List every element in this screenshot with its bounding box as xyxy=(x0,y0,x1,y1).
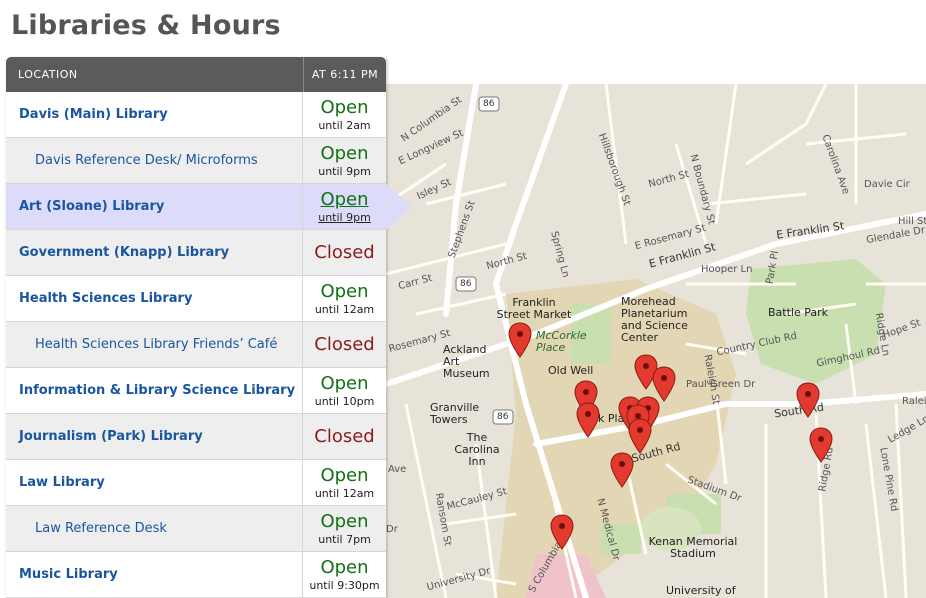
library-row[interactable]: Law Reference Desk Open until 7pm xyxy=(6,506,386,552)
map-marker[interactable] xyxy=(628,418,652,454)
hours-status-cell: Open until 9:30pm xyxy=(303,552,386,597)
hours-status-cell: Closed xyxy=(303,322,386,367)
library-row[interactable]: Journalism (Park) Library Closed xyxy=(6,414,386,460)
map-label-mccorkle: McCorkle Place xyxy=(536,329,587,354)
library-row[interactable]: Government (Knapp) Library Closed xyxy=(6,230,386,276)
closing-time: until 9pm xyxy=(318,164,371,178)
library-name-link[interactable]: Davis Reference Desk/ Microforms xyxy=(6,138,303,183)
hours-status-cell: Open until 12am xyxy=(303,276,386,321)
status-text: Open xyxy=(320,464,369,486)
library-row[interactable]: Law Library Open until 12am xyxy=(6,460,386,506)
status-text: Open xyxy=(320,510,369,532)
status-text: Closed xyxy=(314,425,375,447)
table-header: LOCATION AT 6:11 PM xyxy=(6,57,386,92)
hours-status-cell: Open until 10pm xyxy=(303,368,386,413)
closing-time: until 9pm xyxy=(318,210,371,224)
map-marker[interactable] xyxy=(796,382,820,418)
library-name-link[interactable]: Music Library xyxy=(6,552,303,597)
map-label-battle-park: Battle Park xyxy=(768,306,829,319)
map-label-raleigh-rd: Raleigh Rd xyxy=(902,396,926,407)
library-name-link[interactable]: Art (Sloane) Library xyxy=(6,184,303,229)
hours-status-cell: Open until 7pm xyxy=(303,506,386,551)
route-86-label-2: 86 xyxy=(460,279,472,289)
hours-status-cell: Closed xyxy=(303,414,386,459)
hours-status-cell: Closed xyxy=(303,230,386,275)
map-marker[interactable] xyxy=(809,427,833,463)
map-label-morehead: Morehead Planetarium and Science Center xyxy=(621,295,688,344)
library-row[interactable]: Art (Sloane) Library Open until 9pm xyxy=(6,184,412,230)
page-title: Libraries & Hours xyxy=(11,10,281,41)
hours-status-cell: Open until 12am xyxy=(303,460,386,505)
hours-status-cell: Open until 9pm xyxy=(303,138,386,183)
library-name-link[interactable]: Davis (Main) Library xyxy=(6,92,303,137)
map-label-hooper: Hooper Ln xyxy=(701,264,753,275)
library-name-link[interactable]: Health Sciences Library xyxy=(6,276,303,321)
selection-pointer xyxy=(386,184,412,230)
library-name-link[interactable]: Information & Library Science Library xyxy=(6,368,303,413)
status-text: Open xyxy=(320,142,369,164)
library-name-link[interactable]: Health Sciences Library Friends’ Café xyxy=(6,322,303,367)
closing-time: until 10pm xyxy=(314,394,375,408)
map-label-carolina-inn: The Carolina Inn xyxy=(454,431,500,468)
library-name-link[interactable]: Law Library xyxy=(6,460,303,505)
status-text: Open xyxy=(320,96,369,118)
map-marker[interactable] xyxy=(610,452,634,488)
status-text: Open xyxy=(320,372,369,394)
map-label-old-well: Old Well xyxy=(548,364,594,377)
library-row[interactable]: Davis (Main) Library Open until 2am xyxy=(6,92,386,138)
map-label-hill-st: Hill St xyxy=(898,216,926,227)
map-label-paul-green: Paul Green Dr xyxy=(686,379,756,390)
closing-time: until 2am xyxy=(318,118,371,132)
map-label-kenan: Kenan Memorial Stadium xyxy=(648,535,738,560)
hours-table: LOCATION AT 6:11 PM Davis (Main) Library… xyxy=(6,57,412,598)
library-row[interactable]: Information & Library Science Library Ope… xyxy=(6,368,386,414)
closing-time: until 7pm xyxy=(318,532,371,546)
status-text: Open xyxy=(320,188,369,210)
route-86-label-3: 86 xyxy=(497,412,509,422)
status-text: Open xyxy=(320,556,369,578)
map-label-ackland: Ackland Art Museum xyxy=(443,343,490,380)
map-marker[interactable] xyxy=(576,402,600,438)
map-label-univ-of: University of xyxy=(666,584,736,597)
library-name-link[interactable]: Government (Knapp) Library xyxy=(6,230,303,275)
map-label-franklin-market: Franklin Street Market xyxy=(496,296,572,321)
status-text: Closed xyxy=(314,241,375,263)
campus-map[interactable]: 86 86 86 N Columbia St E Longview St Isl… xyxy=(386,84,926,598)
location-column-header: LOCATION xyxy=(18,68,78,81)
map-label-ave: Ave xyxy=(388,464,407,475)
library-row[interactable]: Music Library Open until 9:30pm xyxy=(6,552,386,598)
library-row[interactable]: Davis Reference Desk/ Microforms Open unti… xyxy=(6,138,386,184)
hours-status-cell[interactable]: Open until 9pm xyxy=(303,184,386,229)
library-row[interactable]: Health Sciences Library Open until 12am xyxy=(6,276,386,322)
map-label-granville: Granville Towers xyxy=(430,401,480,426)
library-name-link[interactable]: Law Reference Desk xyxy=(6,506,303,551)
closing-time: until 12am xyxy=(314,302,375,316)
map-marker[interactable] xyxy=(550,514,574,550)
time-column-header: AT 6:11 PM xyxy=(303,57,386,92)
map-label-dr: Dr xyxy=(386,524,398,535)
hours-status-cell: Open until 2am xyxy=(303,92,386,137)
closing-time: until 9:30pm xyxy=(309,578,380,592)
library-name-link[interactable]: Journalism (Park) Library xyxy=(6,414,303,459)
map-marker[interactable] xyxy=(508,322,532,358)
status-text: Closed xyxy=(314,333,375,355)
library-row[interactable]: Health Sciences Library Friends’ Café Clo… xyxy=(6,322,386,368)
route-86-label-1: 86 xyxy=(483,99,495,109)
closing-time: until 12am xyxy=(314,486,375,500)
map-label-davie-cir: Davie Cir xyxy=(864,179,910,190)
status-text: Open xyxy=(320,280,369,302)
